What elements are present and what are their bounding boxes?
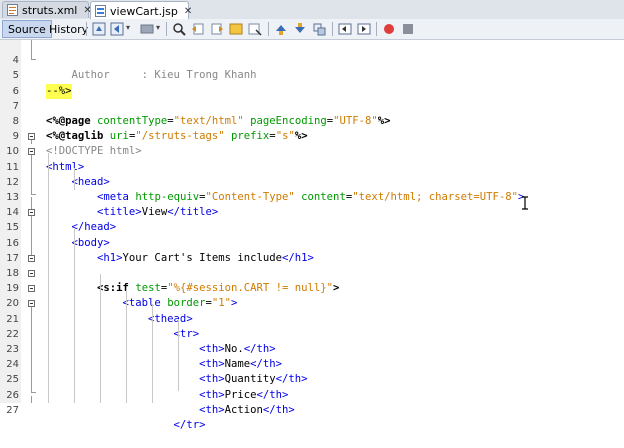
fold-guide (31, 140, 32, 144)
fold-guide (31, 216, 32, 255)
fold-toggle-icon[interactable] (28, 255, 35, 262)
fold-toggle-icon[interactable] (28, 300, 35, 307)
code-line: 18 <s:if test="%{#session.CART != null}"… (0, 251, 624, 294)
code-line: 17 (0, 236, 624, 264)
fold-toggle-icon[interactable] (28, 133, 35, 140)
stop-macro-icon[interactable] (401, 22, 415, 36)
fold-end-marker (31, 392, 36, 393)
chevron-down-icon[interactable]: ▾ (126, 23, 130, 32)
next-bookmark-icon[interactable] (293, 22, 307, 36)
code-line: 20 <thead> (0, 281, 624, 324)
code-line: 26 <th>Action</th> (0, 372, 624, 416)
close-icon[interactable]: ✕ (184, 6, 192, 17)
code-line: 13 <title>View</title> (0, 175, 624, 218)
tab-viewcart-jsp[interactable]: viewCart.jsp ✕ (90, 1, 192, 20)
code-line: 24 <th>Quantity</th> (0, 342, 624, 385)
code-line: 9 <!DOCTYPE html> (0, 114, 624, 157)
toggle-bookmark-icon[interactable] (312, 22, 326, 36)
find-next-icon[interactable] (210, 22, 224, 36)
code-line: 14 </head> (0, 190, 624, 233)
editor-toolbar: Source History ▾ ▾ (0, 19, 624, 40)
indent-guide (178, 319, 179, 391)
toggle-highlight-icon[interactable] (248, 22, 262, 36)
indent-guide (74, 168, 75, 190)
back-icon[interactable] (110, 22, 124, 36)
jsp-file-icon (95, 5, 106, 17)
code-text: </tr> (46, 419, 206, 431)
code-editor[interactable]: 4 Author : Kieu Trong Khanh 5 --%> 6 7 <… (0, 38, 624, 431)
find-selection-icon[interactable] (229, 22, 243, 36)
fold-guide (31, 40, 32, 59)
fold-guide (31, 396, 32, 403)
code-line: 12 <meta http-equiv="Content-Type" conte… (0, 160, 624, 203)
fold-toggle-icon[interactable] (28, 285, 35, 292)
fold-guide (31, 197, 32, 209)
toolbar-separator (268, 22, 269, 36)
code-line: 4 Author : Kieu Trong Khanh (0, 38, 624, 81)
code-line: 11 <head> (0, 144, 624, 188)
previous-bookmark-icon[interactable] (274, 22, 288, 36)
xml-file-icon (7, 4, 18, 16)
indent-guide (152, 304, 153, 403)
fold-toggle-icon[interactable] (28, 209, 35, 216)
tab-label: struts.xml (22, 3, 78, 17)
code-line: 27 </tr> (0, 388, 624, 431)
fold-guide (31, 307, 32, 392)
record-macro-icon[interactable] (382, 22, 396, 36)
toolbar-separator (166, 22, 167, 36)
tab-struts-xml[interactable]: struts.xml ✕ (2, 1, 92, 18)
toolbar-separator (86, 22, 87, 36)
code-line: 16 <h1>Your Cart's Items include</h1> (0, 220, 624, 264)
indent-guide (48, 153, 49, 403)
code-line: 6 (0, 68, 624, 97)
code-line: 23 <th>Name</th> (0, 327, 624, 370)
fold-end-marker (31, 194, 36, 195)
tab-label: viewCart.jsp (110, 4, 178, 18)
fold-toggle-icon[interactable] (28, 148, 35, 155)
code-line: 22 <th>No.</th> (0, 312, 624, 355)
indent-guide (100, 274, 101, 403)
code-line: 21 <tr> (0, 296, 624, 340)
code-line: 7 <%@page contentType="text/html" pageEn… (0, 84, 624, 127)
fold-toggle-icon[interactable] (28, 270, 35, 277)
toolbar-separator (332, 22, 333, 36)
line-number: 27 (6, 404, 19, 416)
chevron-down-icon[interactable]: ▾ (156, 23, 160, 32)
toolbar-separator (376, 22, 377, 36)
code-line: 10 <html> (0, 129, 624, 172)
indent-guide (126, 289, 127, 403)
code-line: 5 --%> (0, 53, 624, 99)
shift-left-icon[interactable] (338, 22, 352, 36)
code-line: 25 <th>Price</th> (0, 357, 624, 400)
indent-guide (74, 229, 75, 403)
editor-tab-bar: struts.xml ✕ viewCart.jsp ✕ (0, 0, 624, 20)
code-text: <th>Action</th> (199, 403, 295, 416)
forward-icon[interactable] (140, 22, 154, 36)
fold-end-marker (31, 59, 36, 60)
shift-right-icon[interactable] (357, 22, 371, 36)
find-previous-icon[interactable] (191, 22, 205, 36)
search-icon[interactable] (172, 22, 186, 36)
code-line: 19 <table border="1"> (0, 266, 624, 309)
fold-guide (31, 155, 32, 194)
last-edit-icon[interactable] (92, 22, 106, 36)
text-cursor-icon (522, 196, 528, 210)
code-line: 8 <%@taglib uri="/struts-tags" prefix="s… (0, 99, 624, 142)
code-line: 15 <body> (0, 205, 624, 248)
